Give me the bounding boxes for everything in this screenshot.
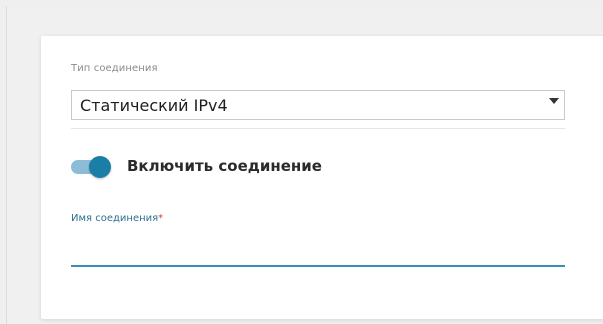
enable-connection-toggle[interactable] (71, 156, 113, 178)
connection-type-value: Статический IPv4 (80, 96, 228, 115)
page-background: Тип соединения Статический IPv4 Включить… (6, 6, 603, 324)
enable-connection-label: Включить соединение (127, 157, 322, 175)
connection-name-label-text: Имя соединения (71, 213, 159, 224)
connection-name-input[interactable] (71, 229, 565, 267)
toggle-knob (89, 156, 111, 178)
connection-type-label: Тип соединения (71, 63, 158, 74)
connection-type-select[interactable]: Статический IPv4 (71, 90, 565, 120)
chevron-down-icon[interactable] (549, 98, 559, 104)
connection-settings-card: Тип соединения Статический IPv4 Включить… (41, 36, 603, 319)
divider (71, 128, 565, 129)
required-mark: * (158, 213, 164, 224)
connection-name-label: Имя соединения* (71, 213, 163, 224)
